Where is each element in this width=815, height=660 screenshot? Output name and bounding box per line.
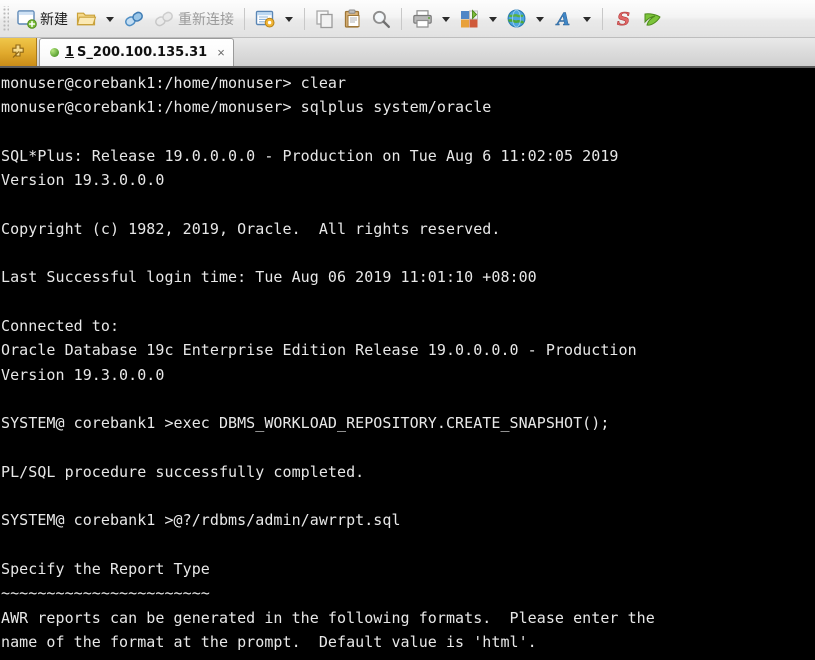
new-tab-button[interactable] (0, 38, 37, 66)
terminal-line: PL/SQL procedure successfully completed. (1, 462, 365, 481)
session-options-dropdown-caret[interactable] (285, 17, 293, 22)
reconnect-link-icon (155, 11, 173, 26)
terminal-line: SYSTEM@ corebank1 >@?/rdbms/admin/awrrpt… (1, 511, 401, 530)
terminal-line: ~~~~~~~~~~~~~~~~~~~~~~~ (1, 584, 210, 603)
web-dropdown-caret[interactable] (536, 17, 544, 22)
terminal-line: monuser@corebank1:/home/monuser> clear (1, 74, 347, 92)
connect-link-icon (125, 11, 143, 26)
terminal-text: monuser@corebank1:/home/monuser> clear mo… (0, 71, 815, 658)
terminal-line: Oracle Database 19c Enterprise Edition R… (1, 341, 637, 360)
svg-text:A: A (555, 10, 570, 29)
terminal-output-area[interactable]: monuser@corebank1:/home/monuser> clear mo… (0, 68, 815, 658)
paste-button[interactable] (339, 3, 367, 35)
new-session-label: 新建 (40, 11, 68, 28)
font-button[interactable]: A (549, 3, 578, 35)
printer-icon (413, 9, 432, 28)
open-file-dropdown-caret[interactable] (106, 17, 114, 22)
green-leaf-icon (644, 12, 661, 26)
tab-number: 1 (65, 45, 75, 60)
print-dropdown-caret[interactable] (442, 17, 450, 22)
toolbar-separator-1 (244, 7, 245, 30)
main-toolbar: 新建 重新连接 A S (0, 0, 815, 38)
copy-icon (316, 9, 333, 28)
log-session-button[interactable] (455, 3, 484, 35)
open-file-button[interactable] (72, 3, 101, 35)
open-folder-icon (76, 12, 97, 26)
web-button[interactable] (502, 3, 531, 35)
terminal-line: SQL*Plus: Release 19.0.0.0.0 - Productio… (1, 146, 619, 165)
connect-button[interactable] (119, 3, 149, 35)
terminal-line: monuser@corebank1:/home/monuser> sqlplus… (1, 98, 492, 117)
new-window-icon (17, 10, 37, 29)
terminal-tab-1[interactable]: 1 S_200.100.135.31 × (39, 38, 234, 66)
session-options-button[interactable] (251, 3, 280, 35)
color-blocks-icon (461, 8, 478, 27)
leaf-button[interactable] (638, 3, 667, 35)
new-session-button[interactable]: 新建 (12, 3, 72, 35)
toolbar-separator-4 (602, 7, 603, 30)
terminal-line: Last Successful login time: Tue Aug 06 2… (1, 268, 537, 287)
window-gear-icon (255, 10, 275, 28)
toolbar-separator-3 (401, 7, 402, 30)
terminal-line: Specify the Report Type (1, 559, 210, 578)
toolbar-separator-2 (304, 7, 305, 30)
secure-shell-button[interactable]: S (609, 3, 638, 35)
terminal-line: Connected to: (1, 316, 120, 335)
toolbar-drag-grip[interactable] (2, 5, 9, 32)
terminal-line: Version 19.3.0.0.0 (1, 365, 165, 384)
plus-puzzle-icon (12, 44, 24, 58)
terminal-line: Copyright (c) 1982, 2019, Oracle. All ri… (1, 219, 501, 238)
svg-text:S: S (617, 9, 630, 29)
close-icon[interactable]: × (217, 46, 225, 59)
tab-title: S_200.100.135.31 (77, 45, 208, 60)
terminal-line: name of the format at the prompt. Defaul… (1, 632, 537, 651)
find-button[interactable] (367, 3, 395, 35)
font-dropdown-caret[interactable] (583, 17, 591, 22)
terminal-line: SYSTEM@ corebank1 >exec DBMS_WORKLOAD_RE… (1, 414, 610, 433)
tab-bar: 1 S_200.100.135.31 × (0, 38, 815, 68)
reconnect-button[interactable]: 重新连接 (149, 3, 238, 35)
tab-status-dot (50, 48, 59, 57)
log-session-dropdown-caret[interactable] (489, 17, 497, 22)
font-a-icon: A (555, 9, 571, 29)
copy-button[interactable] (311, 3, 339, 35)
terminal-line: AWR reports can be generated in the foll… (1, 608, 655, 627)
magnifier-icon (372, 10, 390, 28)
globe-icon (507, 9, 526, 28)
reconnect-label: 重新连接 (178, 11, 234, 28)
terminal-line: Version 19.3.0.0.0 (1, 171, 165, 190)
print-button[interactable] (408, 3, 437, 35)
paste-icon (344, 9, 360, 28)
red-s-swirl-icon: S (617, 9, 631, 29)
